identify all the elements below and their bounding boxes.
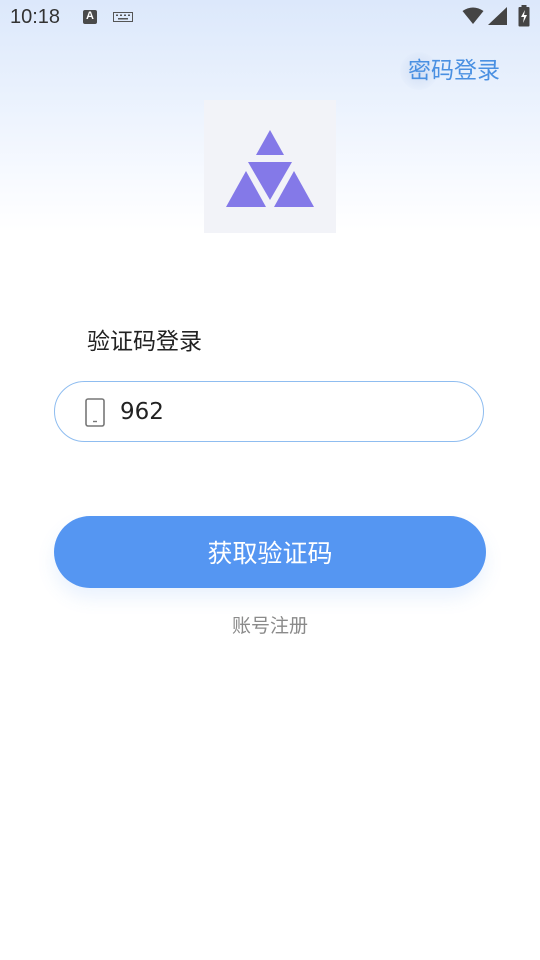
register-link[interactable]: 账号注册 — [0, 611, 540, 638]
phone-input[interactable] — [120, 396, 450, 428]
wifi-icon — [462, 7, 484, 24]
keyboard-icon — [113, 12, 133, 22]
phone-icon — [85, 398, 105, 427]
signal-icon — [488, 7, 507, 25]
phone-field[interactable] — [54, 381, 484, 442]
get-verification-code-button[interactable]: 获取验证码 — [54, 516, 486, 588]
status-time: 10:18 — [10, 6, 61, 28]
a-icon: A — [83, 10, 97, 24]
status-bar: 10:18 A — [0, 0, 540, 36]
page-title: 验证码登录 — [87, 329, 202, 355]
triangle-logo-icon — [226, 130, 314, 207]
password-login-link[interactable]: 密码登录 — [408, 51, 500, 85]
app-logo — [204, 100, 336, 233]
battery-charging-icon — [518, 5, 530, 27]
